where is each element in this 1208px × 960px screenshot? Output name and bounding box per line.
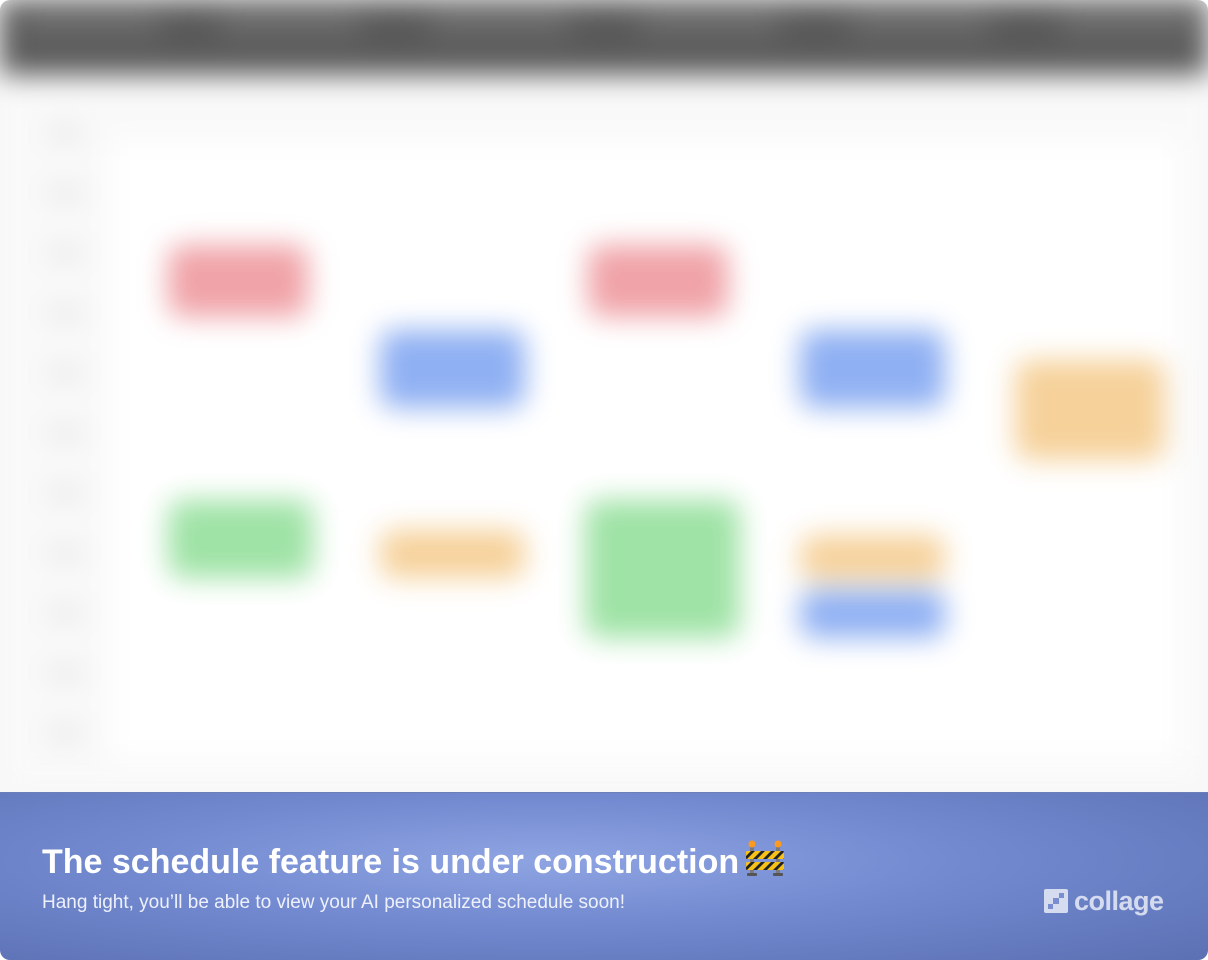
construction-barrier-icon (745, 839, 785, 886)
collage-logo-icon (1044, 889, 1068, 913)
blurred-event (380, 530, 525, 578)
blurred-schedule-preview (0, 0, 1208, 792)
blurred-top-bar (0, 0, 1208, 75)
collage-brand: collage (1044, 887, 1164, 915)
blurred-event (800, 535, 945, 580)
banner-title-text: The schedule feature is under constructi… (42, 843, 740, 881)
brand-name: collage (1074, 885, 1164, 916)
blurred-event (380, 330, 525, 408)
blurred-event (168, 500, 313, 578)
banner-subtitle: Hang tight, you’ll be able to view your … (42, 892, 626, 913)
blurred-event (588, 245, 728, 317)
blurred-event (585, 500, 740, 638)
blurred-event (1015, 360, 1165, 460)
blurred-event (800, 330, 945, 408)
banner-title: The schedule feature is under constructi… (42, 839, 785, 886)
blurred-event (168, 245, 308, 317)
blurred-event (800, 590, 945, 638)
blurred-time-column (48, 120, 88, 780)
under-construction-banner: The schedule feature is under constructi… (0, 792, 1208, 960)
app-window: The schedule feature is under constructi… (0, 0, 1208, 960)
